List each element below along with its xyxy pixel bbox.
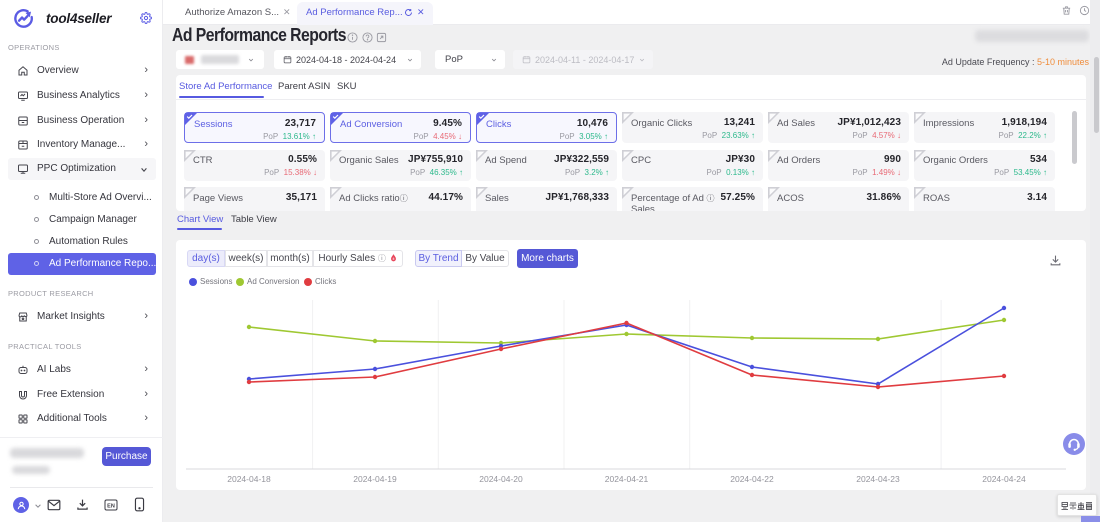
svg-text:2024-04-18: 2024-04-18 — [227, 474, 271, 484]
svg-text:2024-04-20: 2024-04-20 — [479, 474, 523, 484]
svg-text:EN: EN — [107, 503, 115, 509]
svg-text:2024-04-21: 2024-04-21 — [605, 474, 649, 484]
svg-text:2024-04-24: 2024-04-24 — [982, 474, 1026, 484]
svg-text:2024-04-19: 2024-04-19 — [353, 474, 397, 484]
svg-text:2024-04-22: 2024-04-22 — [730, 474, 774, 484]
svg-text:2024-04-23: 2024-04-23 — [856, 474, 900, 484]
